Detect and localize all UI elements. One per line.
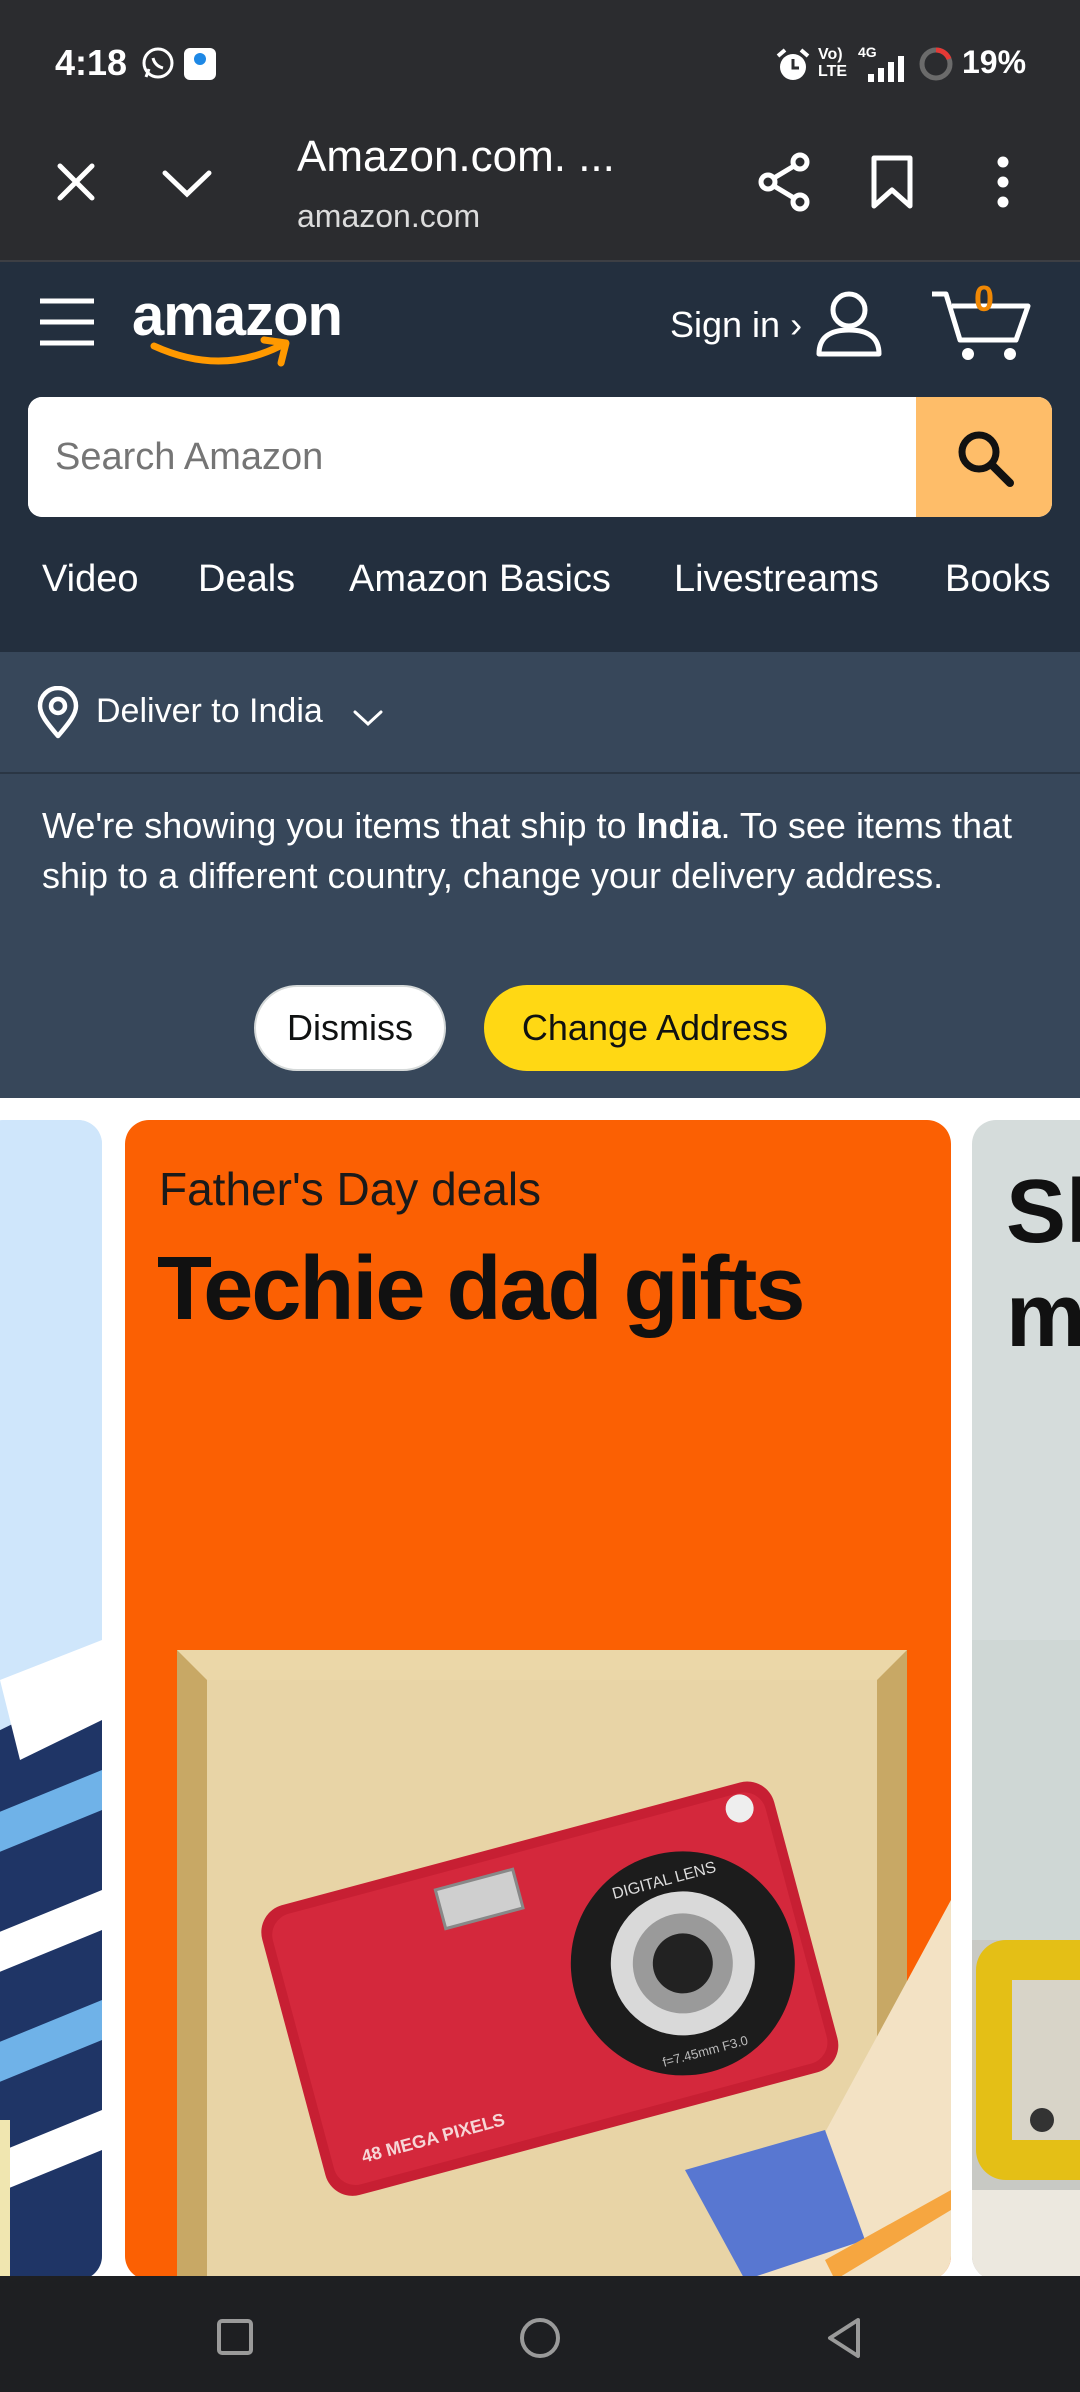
- deliver-to-label: Deliver to India: [96, 692, 323, 730]
- shipping-notice: We're showing you items that ship to Ind…: [0, 774, 1080, 1098]
- close-icon[interactable]: [54, 160, 98, 204]
- back-icon[interactable]: [824, 2316, 864, 2360]
- home-icon[interactable]: [518, 2316, 562, 2360]
- cart-count: 0: [974, 278, 995, 319]
- hamburger-menu-icon[interactable]: [38, 296, 96, 348]
- shirt-image: [0, 1120, 102, 2280]
- page-title: Amazon.com. ...: [297, 132, 615, 181]
- nav-link-books[interactable]: Books: [945, 558, 1051, 601]
- shipping-notice-text: We're showing you items that ship to Ind…: [42, 805, 1012, 896]
- smile-arrow-icon: [150, 336, 290, 367]
- recents-icon[interactable]: [216, 2318, 254, 2356]
- alarm-icon: [776, 48, 810, 80]
- search-bar: [28, 397, 1052, 517]
- carousel-card-prev[interactable]: [0, 1120, 102, 2280]
- cart-button[interactable]: 0: [928, 278, 1034, 362]
- account-icon[interactable]: [814, 288, 884, 360]
- toaster-image: [972, 1640, 1080, 2280]
- whatsapp-icon: [142, 47, 174, 79]
- location-pin-icon: [37, 686, 79, 739]
- camera-gift-image: DIGITAL LENS f=7.45mm F3.0 48 MEGA PIXEL…: [177, 1650, 951, 2280]
- amazon-logo[interactable]: amazon: [132, 278, 362, 374]
- status-bar: 4:18 Vo) LTE 4G 19%: [0, 0, 1080, 130]
- nav-link-amazon-basics[interactable]: Amazon Basics: [349, 558, 611, 601]
- 4g-signal-icon: 4G: [858, 44, 904, 82]
- carousel-card-next[interactable]: Shm: [972, 1120, 1080, 2280]
- bookmark-icon[interactable]: [870, 154, 914, 210]
- carousel-card-fathers-day[interactable]: Father's Day deals Techie dad gifts DIGI…: [125, 1120, 951, 2280]
- browser-toolbar: Amazon.com. ... amazon.com: [0, 130, 1080, 262]
- battery-ring-icon: [919, 47, 953, 81]
- more-vert-icon[interactable]: [992, 154, 1014, 210]
- sign-in-link[interactable]: Sign in ›: [670, 304, 802, 346]
- dismiss-button[interactable]: Dismiss: [254, 985, 446, 1071]
- volte-icon: Vo) LTE: [818, 46, 848, 80]
- change-address-button[interactable]: Change Address: [484, 985, 826, 1071]
- share-icon[interactable]: [756, 152, 812, 212]
- nav-link-livestreams[interactable]: Livestreams: [674, 558, 879, 601]
- clock: 4:18: [55, 42, 128, 83]
- search-input[interactable]: [28, 397, 916, 517]
- sim-card-app-icon: [184, 48, 216, 80]
- system-nav-bar: [0, 2276, 1080, 2392]
- search-icon: [958, 431, 1014, 487]
- search-button[interactable]: [916, 397, 1052, 517]
- page-domain: amazon.com: [297, 198, 481, 234]
- battery-percent: 19%: [962, 44, 1027, 80]
- chevron-down-icon[interactable]: [160, 166, 214, 200]
- svg-text:4G: 4G: [858, 44, 877, 60]
- nav-link-video[interactable]: Video: [42, 558, 139, 601]
- deliver-to-bar[interactable]: Deliver to India: [0, 652, 1080, 774]
- nav-link-deals[interactable]: Deals: [198, 558, 295, 601]
- chevron-down-icon: [353, 710, 383, 727]
